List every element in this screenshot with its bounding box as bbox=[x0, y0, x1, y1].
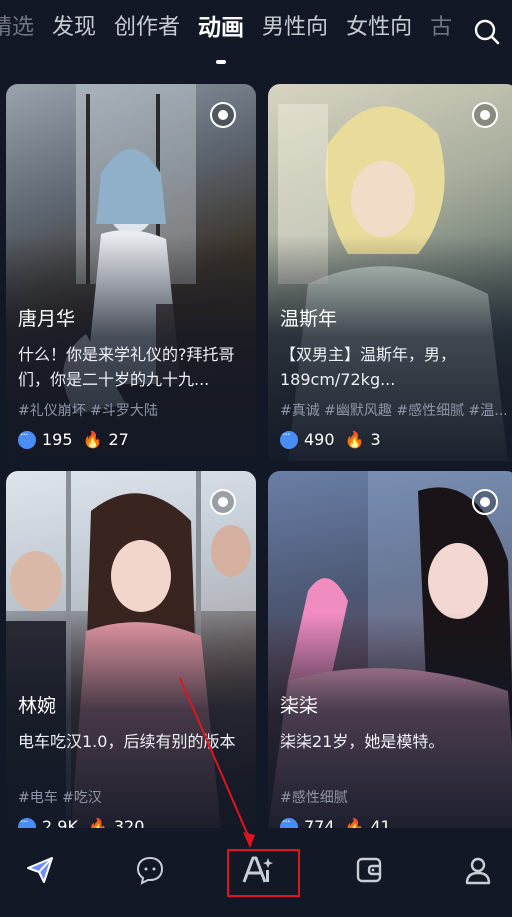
character-name: 唐月华 bbox=[18, 308, 76, 330]
card-stats: 195 🔥 27 bbox=[18, 428, 246, 449]
character-card[interactable]: 林婉 电车吃汉1.0，后续有别的版本 #电车 #吃汉 2.9K 🔥 320 bbox=[6, 471, 256, 828]
card-info: 林婉 电车吃汉1.0，后续有别的版本 #电车 #吃汉 2.9K 🔥 320 bbox=[18, 693, 246, 828]
character-name: 温斯年 bbox=[280, 308, 338, 330]
comment-count: 2.9K bbox=[42, 817, 78, 828]
tab-male-oriented[interactable]: 男性向 bbox=[262, 12, 328, 44]
character-description: 柒柒21岁，她是模特。 bbox=[280, 732, 445, 751]
character-tags: #真诚 #幽默风趣 #感性细腻 #温... bbox=[280, 403, 508, 419]
category-tabs: 精选 发现 创作者 动画 男性向 女性向 古 bbox=[0, 12, 452, 64]
hot-count: 41 bbox=[370, 817, 391, 828]
character-card[interactable]: 唐月华 什么！你是来学礼仪的?拜托哥们，你是二十岁的九十九... #礼仪崩坏 #… bbox=[6, 84, 256, 461]
comment-count: 195 bbox=[42, 430, 73, 449]
tab-discover[interactable]: 发现 bbox=[52, 12, 96, 44]
tab-animation[interactable]: 动画 bbox=[198, 12, 244, 64]
live-indicator-icon bbox=[210, 489, 236, 515]
live-indicator-icon bbox=[210, 102, 236, 128]
tab-ancient[interactable]: 古 bbox=[430, 12, 452, 44]
character-tags: #感性细腻 bbox=[280, 790, 348, 806]
comment-icon bbox=[18, 815, 36, 828]
flame-icon: 🔥 bbox=[344, 817, 365, 828]
tab-creators[interactable]: 创作者 bbox=[114, 12, 180, 44]
paper-plane-icon bbox=[27, 857, 53, 883]
nav-chat[interactable] bbox=[130, 850, 170, 890]
nav-profile[interactable] bbox=[458, 850, 498, 890]
character-description: 什么！你是来学礼仪的?拜托哥们，你是二十岁的九十九... bbox=[18, 345, 235, 389]
comment-icon bbox=[280, 815, 298, 828]
character-card[interactable]: 温斯年 【双男主】温斯年，男，189cm/72kg... #真诚 #幽默风趣 #… bbox=[268, 84, 512, 461]
hot-count: 27 bbox=[108, 430, 129, 449]
card-info: 温斯年 【双男主】温斯年，男，189cm/72kg... #真诚 #幽默风趣 #… bbox=[280, 306, 508, 449]
character-tags: #礼仪崩坏 #斗罗大陆 bbox=[18, 403, 158, 419]
character-description: 电车吃汉1.0，后续有别的版本 bbox=[18, 732, 236, 751]
profile-icon bbox=[465, 857, 491, 885]
tab-featured[interactable]: 精选 bbox=[0, 12, 34, 44]
comment-count: 774 bbox=[304, 817, 335, 828]
tab-female-oriented[interactable]: 女性向 bbox=[346, 12, 412, 44]
nav-send[interactable] bbox=[20, 850, 60, 890]
comment-icon bbox=[280, 428, 298, 449]
hot-count: 320 bbox=[113, 817, 145, 828]
character-card[interactable]: 柒柒 柒柒21岁，她是模特。 #感性细腻 774 🔥 41 bbox=[268, 471, 512, 828]
hot-count: 3 bbox=[370, 430, 381, 449]
comment-icon bbox=[18, 428, 36, 449]
character-tags: #电车 #吃汉 bbox=[18, 790, 102, 806]
card-info: 唐月华 什么！你是来学礼仪的?拜托哥们，你是二十岁的九十九... #礼仪崩坏 #… bbox=[18, 306, 246, 449]
character-name: 柒柒 bbox=[280, 695, 319, 717]
live-indicator-icon bbox=[472, 102, 498, 128]
flame-icon: 🔥 bbox=[344, 430, 365, 449]
comment-count: 490 bbox=[304, 430, 335, 449]
card-stats: 490 🔥 3 bbox=[280, 428, 508, 449]
nav-wallet[interactable] bbox=[349, 850, 389, 890]
card-info: 柒柒 柒柒21岁，她是模特。 #感性细腻 774 🔥 41 bbox=[280, 693, 508, 828]
highlight-box bbox=[227, 849, 300, 897]
search-icon bbox=[474, 19, 500, 45]
search-button[interactable] bbox=[462, 8, 512, 56]
character-name: 林婉 bbox=[18, 695, 57, 717]
top-tab-bar: 精选 发现 创作者 动画 男性向 女性向 古 bbox=[0, 0, 512, 70]
character-description: 【双男主】温斯年，男，189cm/72kg... bbox=[280, 345, 457, 389]
card-stats: 2.9K 🔥 320 bbox=[18, 815, 246, 828]
live-indicator-icon bbox=[472, 489, 498, 515]
card-stats: 774 🔥 41 bbox=[280, 815, 508, 828]
chat-bubble-icon bbox=[136, 856, 164, 885]
flame-icon: 🔥 bbox=[82, 430, 103, 449]
wallet-icon bbox=[356, 857, 382, 883]
flame-icon: 🔥 bbox=[87, 817, 108, 828]
